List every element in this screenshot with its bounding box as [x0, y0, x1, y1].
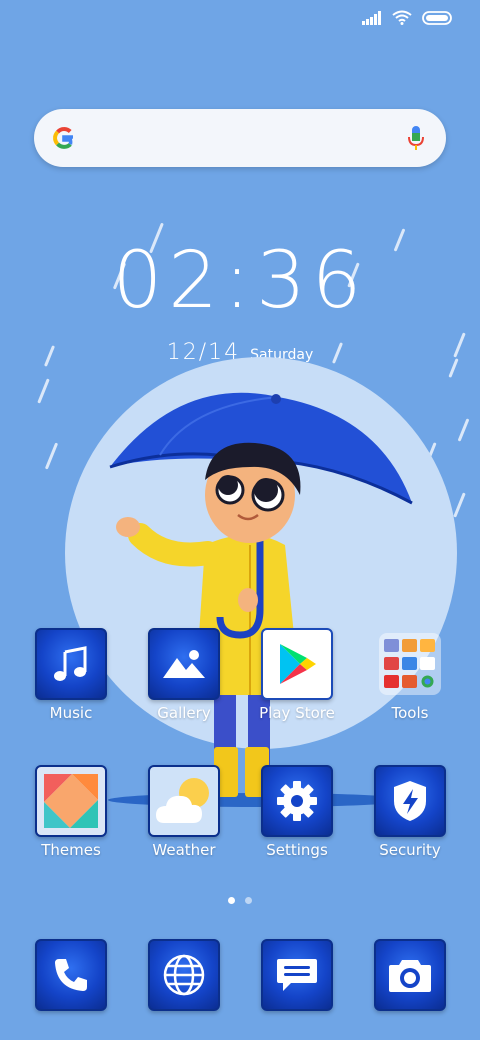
app-tools-folder[interactable]: Tools: [354, 628, 466, 722]
messages-icon: [261, 939, 333, 1011]
phone-icon: [35, 939, 107, 1011]
camera-icon: [374, 939, 446, 1011]
wifi-icon: [392, 10, 412, 25]
app-label: Security: [379, 841, 441, 859]
signal-icon: [362, 10, 381, 25]
shield-bolt-icon: [374, 765, 446, 837]
microphone-icon[interactable]: [406, 124, 426, 152]
battery-icon: [422, 10, 452, 25]
wallpaper-character-illustration: [108, 392, 413, 807]
home-screen: 02:36 12/14 Saturday Music Gallery Play …: [0, 0, 480, 1040]
app-security[interactable]: Security: [354, 765, 466, 859]
page-indicator[interactable]: [0, 897, 480, 904]
dock-messages[interactable]: [241, 939, 353, 1011]
app-play-store[interactable]: Play Store: [241, 628, 353, 722]
dock-camera[interactable]: [354, 939, 466, 1011]
music-note-icon: [35, 628, 107, 700]
app-settings[interactable]: Settings: [241, 765, 353, 859]
weather-icon: [148, 765, 220, 837]
app-label: Music: [49, 704, 93, 722]
google-search-bar[interactable]: [34, 109, 446, 167]
play-store-icon: [261, 628, 333, 700]
page-dot[interactable]: [245, 897, 252, 904]
app-label: Tools: [391, 704, 429, 722]
app-weather[interactable]: Weather: [128, 765, 240, 859]
clock-time[interactable]: 02:36: [0, 236, 480, 326]
themes-icon: [35, 765, 107, 837]
rain-decoration: [457, 418, 470, 442]
browser-globe-icon: [148, 939, 220, 1011]
rain-decoration: [44, 442, 59, 470]
dock-browser[interactable]: [128, 939, 240, 1011]
app-label: Gallery: [157, 704, 211, 722]
app-label: Play Store: [259, 704, 335, 722]
gear-icon: [261, 765, 333, 837]
app-music[interactable]: Music: [15, 628, 127, 722]
dock-phone[interactable]: [15, 939, 127, 1011]
status-bar: [362, 10, 454, 25]
rain-decoration: [453, 492, 466, 518]
app-label: Themes: [41, 841, 101, 859]
page-dot-active[interactable]: [228, 897, 235, 904]
rain-decoration: [37, 378, 50, 404]
google-logo-icon: [53, 127, 73, 149]
app-gallery[interactable]: Gallery: [128, 628, 240, 722]
gallery-mountain-icon: [148, 628, 220, 700]
app-label: Settings: [266, 841, 328, 859]
app-label: Weather: [152, 841, 216, 859]
tools-folder-icon: [374, 628, 446, 700]
app-themes[interactable]: Themes: [15, 765, 127, 859]
